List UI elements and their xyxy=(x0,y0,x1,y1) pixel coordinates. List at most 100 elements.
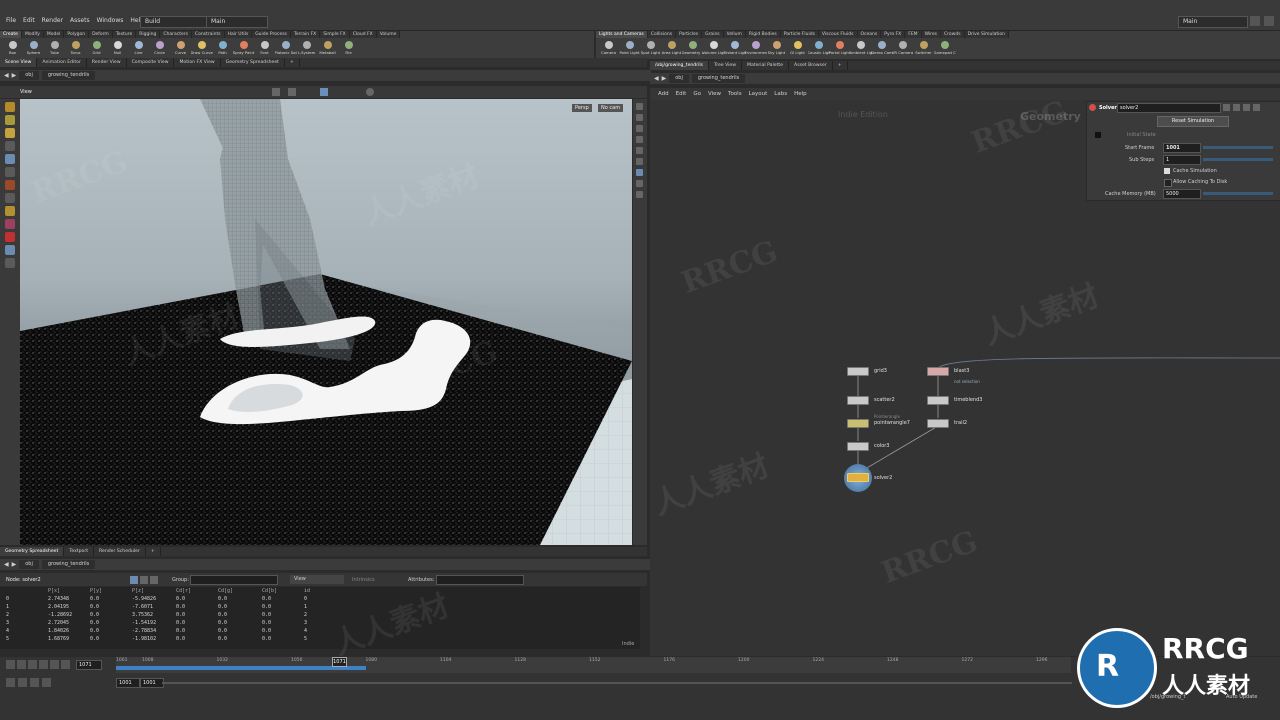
persp-menu[interactable]: Persp xyxy=(572,104,592,112)
timeline-ruler[interactable]: 1001 1008 1032 1056 1080 1104 1128 1152 1176 1200… xyxy=(116,657,1071,673)
vertex-display-icon[interactable] xyxy=(636,158,643,165)
shelf-tool[interactable]: Circle xyxy=(149,39,170,58)
bottom-crumb-obj[interactable]: obj xyxy=(19,560,39,569)
shelf-tool[interactable]: Point Light xyxy=(619,39,640,58)
stop-icon[interactable] xyxy=(28,660,37,669)
shelf-tool[interactable]: Caustic Light xyxy=(808,39,830,58)
net-menu-edit[interactable]: Edit xyxy=(676,91,687,97)
shelf-tool[interactable]: Path xyxy=(212,39,233,58)
loop-icon[interactable] xyxy=(18,678,27,687)
tab-network[interactable]: /obj/growing_tendrils xyxy=(650,61,710,70)
right-crumb-obj[interactable]: obj xyxy=(669,74,689,83)
start-frame-slider[interactable] xyxy=(1203,146,1273,149)
shelf-tool[interactable]: Spray Paint xyxy=(233,39,254,58)
shelf-tool[interactable]: Sky Light xyxy=(766,39,787,58)
column-header[interactable]: Cd[r] xyxy=(176,588,191,594)
add-tab-icon[interactable]: + xyxy=(285,58,300,67)
menu-windows[interactable]: Windows xyxy=(97,17,124,24)
shelf-tab[interactable]: Particles xyxy=(676,31,703,38)
lock-icon[interactable] xyxy=(1253,104,1260,111)
forward-icon[interactable]: ▶ xyxy=(12,72,17,79)
next-key-icon[interactable] xyxy=(50,660,59,669)
initial-state-toggle[interactable] xyxy=(1095,132,1101,138)
attributes-field[interactable] xyxy=(436,575,524,585)
shelf-tool[interactable]: Portal Light xyxy=(829,39,850,58)
shelf-tab[interactable]: Crowds xyxy=(941,31,965,38)
maximize-icon[interactable] xyxy=(1250,16,1260,26)
brush-icon[interactable] xyxy=(5,180,15,190)
shelf-tool[interactable]: Grid xyxy=(86,39,107,58)
shelf-tool[interactable]: Sphere xyxy=(23,39,44,58)
sub-steps-field[interactable]: 1 xyxy=(1163,155,1201,165)
shelf-tab[interactable]: Constraints xyxy=(191,31,225,38)
desktop-dropdown[interactable]: Build xyxy=(140,16,208,28)
pose-icon[interactable] xyxy=(5,167,15,177)
shelf-tool[interactable]: Spot Light xyxy=(640,39,661,58)
menu-render[interactable]: Render xyxy=(42,17,63,24)
tab-tree-view[interactable]: Tree View xyxy=(709,61,742,70)
shelf-tab[interactable]: Particle Fluids xyxy=(780,31,819,38)
shelf-tab[interactable]: Hair Utils xyxy=(224,31,253,38)
crumb-obj[interactable]: obj xyxy=(19,71,39,80)
column-header[interactable]: P[x] xyxy=(48,588,60,594)
column-header[interactable]: P[y] xyxy=(90,588,102,594)
menu-file[interactable]: File xyxy=(6,17,16,24)
group-field[interactable] xyxy=(190,575,278,585)
first-frame-icon[interactable] xyxy=(6,660,15,669)
shelf-tab[interactable]: Pyro FX xyxy=(881,31,906,38)
paint-icon[interactable] xyxy=(5,219,15,229)
menu-assets[interactable]: Assets xyxy=(70,17,90,24)
net-menu-labs[interactable]: Labs xyxy=(774,91,787,97)
shelf-tool[interactable]: Draw Curve xyxy=(191,39,213,58)
right-crumb-growing[interactable]: growing_tendrils xyxy=(691,74,746,83)
light-tool-icon[interactable] xyxy=(5,206,15,216)
bottom-back-icon[interactable]: ◀ xyxy=(4,561,9,568)
current-frame-field[interactable]: 1071 xyxy=(76,660,102,670)
range-slider[interactable] xyxy=(162,682,1072,684)
shelf-tool[interactable]: Null xyxy=(107,39,128,58)
shelf-tab[interactable]: FEM xyxy=(905,31,922,38)
shelf-tab[interactable]: Volume xyxy=(376,31,401,38)
guide-icon[interactable] xyxy=(636,191,643,198)
info-icon[interactable] xyxy=(1243,104,1250,111)
wire-display-icon[interactable] xyxy=(636,169,643,176)
vertices-icon[interactable] xyxy=(150,576,158,584)
shelf-tab[interactable]: Terrain FX xyxy=(290,31,321,38)
shelf-tab[interactable]: Viscous Fluids xyxy=(818,31,858,38)
shelf-tool[interactable]: Metaball xyxy=(317,39,338,58)
shelf-tool[interactable]: Platonic Solids xyxy=(275,39,297,58)
camera-menu[interactable]: No cam xyxy=(598,104,624,112)
help-icon[interactable] xyxy=(1233,104,1240,111)
node-trail[interactable] xyxy=(927,419,949,428)
shelf-tab[interactable]: Characters xyxy=(160,31,192,38)
shelf-tab[interactable]: Deform xyxy=(89,31,113,38)
tab-motion-fx-view[interactable]: Motion FX View xyxy=(174,58,221,67)
tab-geometry-spreadsheet[interactable]: Geometry Spreadsheet xyxy=(221,58,285,67)
menu-edit[interactable]: Edit xyxy=(23,17,35,24)
tab-asset-browser[interactable]: Asset Browser xyxy=(789,61,833,70)
tab-render-view[interactable]: Render View xyxy=(87,58,127,67)
gear-icon[interactable] xyxy=(1223,104,1230,111)
shelf-tab[interactable]: Texture xyxy=(112,31,137,38)
cache-simulation-checkbox[interactable] xyxy=(1164,168,1170,174)
shelf-tool[interactable]: Distant Light xyxy=(724,39,746,58)
net-menu-help[interactable]: Help xyxy=(794,91,807,97)
add-right-tab-icon[interactable]: + xyxy=(833,61,848,70)
shelf-tool[interactable]: Stereo Camera xyxy=(871,39,893,58)
node-solver[interactable] xyxy=(847,473,869,482)
bottom-forward-icon[interactable]: ▶ xyxy=(12,561,17,568)
view-dropdown[interactable]: View xyxy=(290,575,344,584)
column-header[interactable]: Cd[b] xyxy=(262,588,277,594)
rotate-icon[interactable] xyxy=(5,128,15,138)
shelf-tab[interactable]: Lights and Cameras xyxy=(596,31,648,38)
shelf-tab[interactable]: Model xyxy=(43,31,65,38)
shelf-tool[interactable]: Font xyxy=(254,39,275,58)
column-header[interactable]: Cd[g] xyxy=(218,588,233,594)
shelf-tool[interactable]: Tube xyxy=(44,39,65,58)
shelf-tool[interactable]: L-System xyxy=(296,39,317,58)
reset-simulation-button[interactable]: Reset Simulation xyxy=(1157,116,1229,127)
shelf-tool[interactable]: GI Light xyxy=(787,39,808,58)
range-end-field[interactable]: 1001 xyxy=(140,678,164,688)
shelf-tab[interactable]: Rigging xyxy=(136,31,161,38)
select-icon[interactable] xyxy=(5,102,15,112)
